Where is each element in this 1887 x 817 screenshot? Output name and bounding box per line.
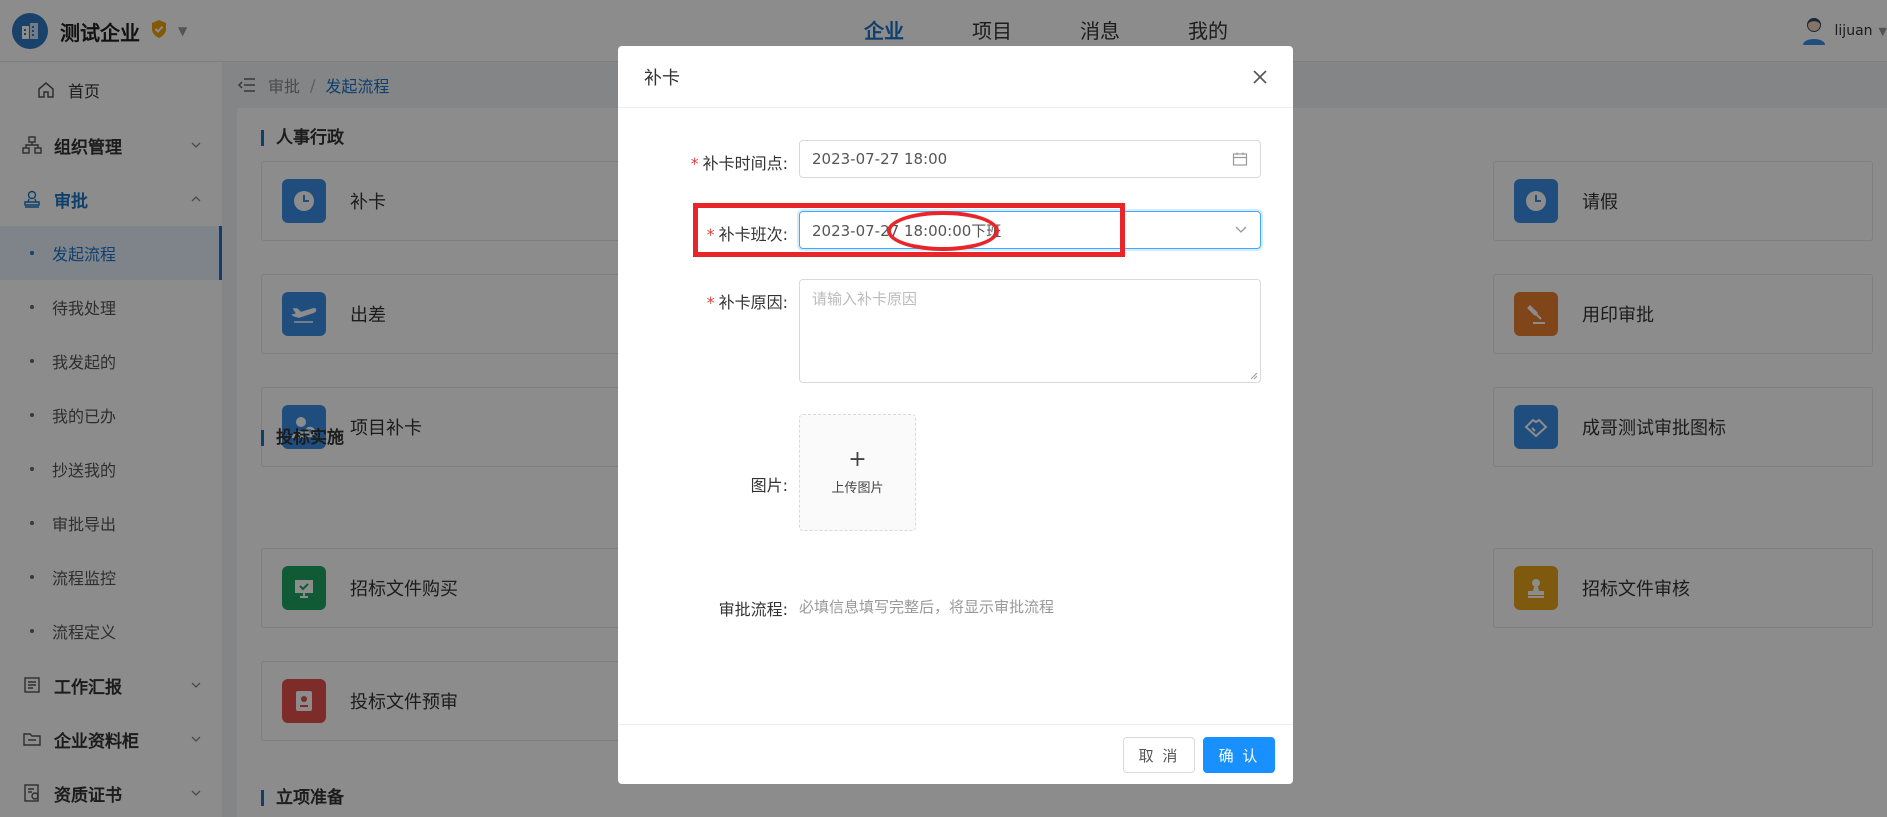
required-mark: * xyxy=(706,293,715,312)
upload-label: 上传图片 xyxy=(831,481,884,496)
close-icon[interactable] xyxy=(1249,66,1271,88)
buka-reason-textarea[interactable]: 请输入补卡原因 xyxy=(799,279,1261,383)
confirm-button[interactable]: 确 认 xyxy=(1203,737,1275,773)
resize-grip-icon[interactable] xyxy=(1248,370,1258,380)
annotation-highlight-ellipse xyxy=(887,211,999,251)
dialog-title: 补卡 xyxy=(644,67,680,89)
calendar-icon xyxy=(1232,152,1248,166)
buka-dialog: 补卡 * 补卡时间点: 2023-07-27 18:00 * 补卡班次: 2023-… xyxy=(618,46,1293,784)
field-label: 图片: xyxy=(750,476,788,495)
buka-time-value: 2023-07-27 18:00 xyxy=(812,150,948,168)
cancel-button[interactable]: 取 消 xyxy=(1123,737,1195,773)
field-label: * 补卡原因: xyxy=(706,293,788,312)
field-label: 审批流程: xyxy=(718,600,788,619)
reason-placeholder: 请输入补卡原因 xyxy=(812,290,918,308)
dialog-header: 补卡 xyxy=(618,46,1293,108)
dialog-footer: 取 消 确 认 xyxy=(618,724,1293,784)
flow-hint: 必填信息填写完整后，将显示审批流程 xyxy=(799,598,1055,616)
image-upload[interactable]: + 上传图片 xyxy=(799,414,916,531)
buka-time-picker[interactable]: 2023-07-27 18:00 xyxy=(799,140,1261,178)
required-mark: * xyxy=(690,154,699,173)
chevron-down-icon xyxy=(1235,226,1247,233)
field-label: * 补卡时间点: xyxy=(690,154,788,173)
plus-icon: + xyxy=(848,447,867,472)
